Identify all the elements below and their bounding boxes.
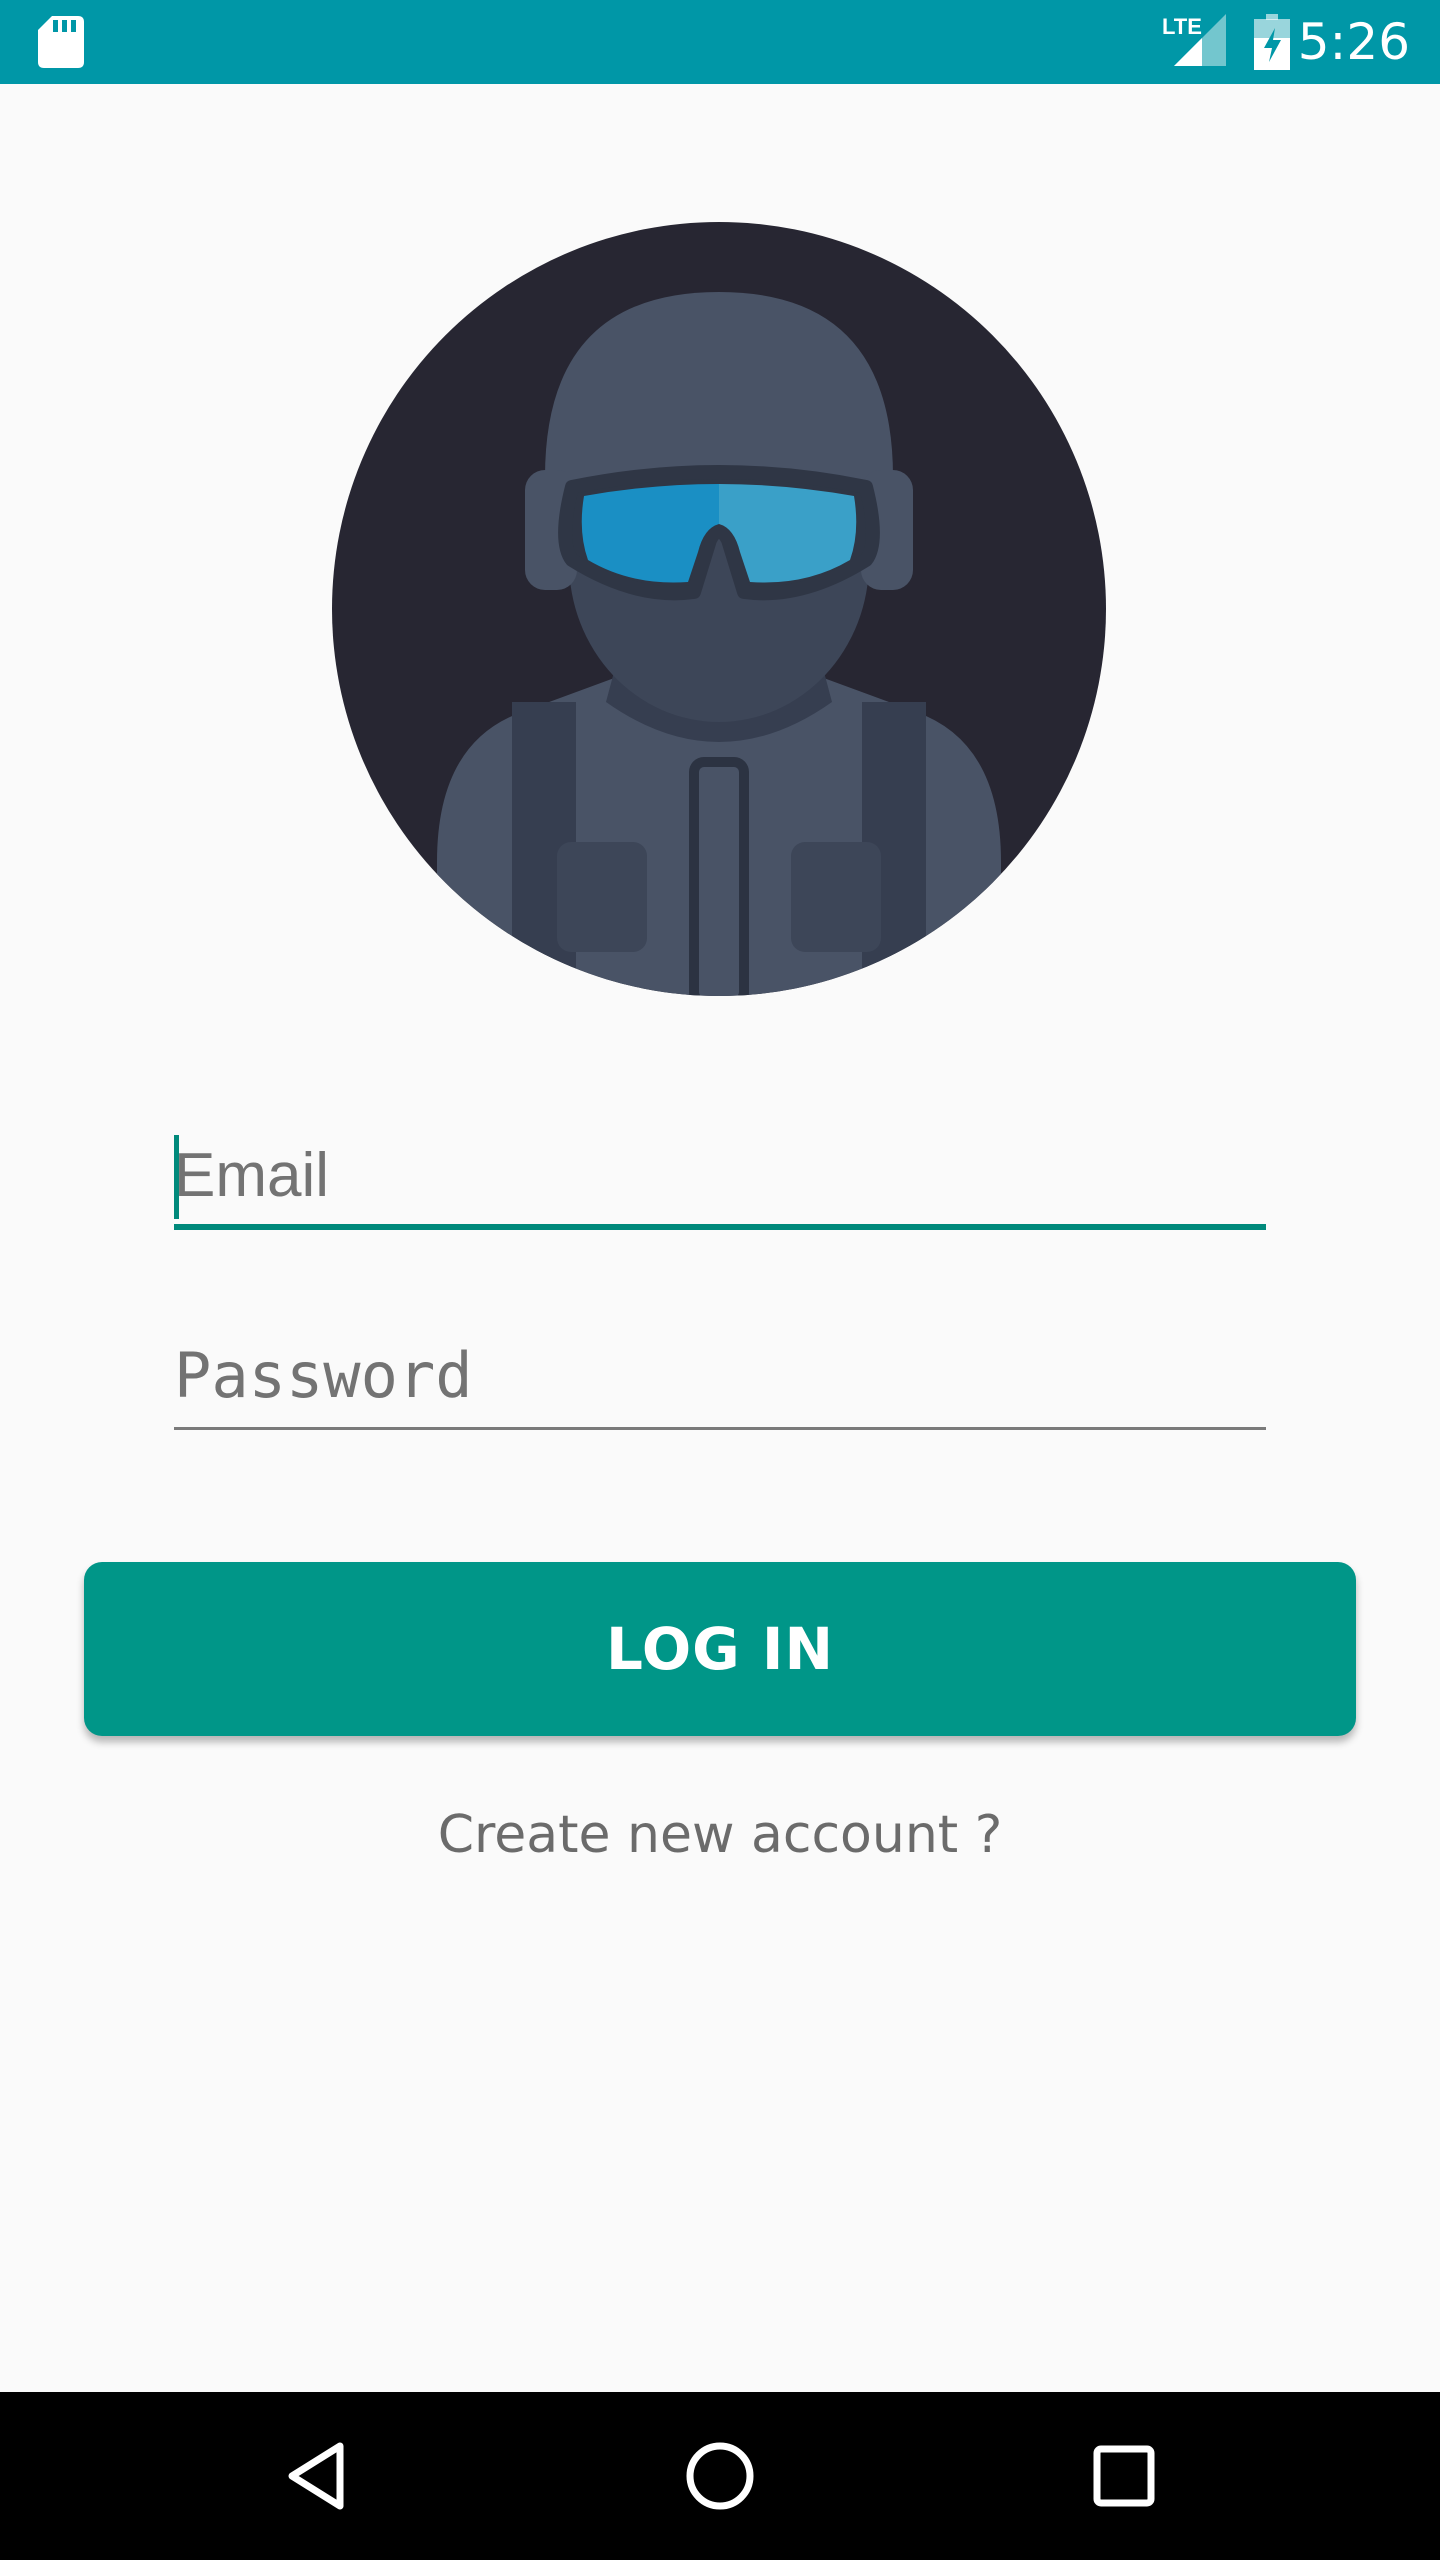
password-placeholder: Password — [174, 1339, 473, 1412]
back-icon — [288, 2442, 344, 2510]
password-underline — [174, 1427, 1266, 1430]
back-button[interactable] — [246, 2406, 386, 2546]
recents-button[interactable] — [1054, 2406, 1194, 2546]
soldier-avatar-icon — [332, 222, 1106, 996]
text-cursor — [174, 1135, 179, 1219]
email-field[interactable]: Email — [174, 1120, 1266, 1230]
login-screen: LTE 5:26 Email Password LOG IN Create ne… — [0, 0, 1440, 2560]
status-time: 5:26 — [1297, 13, 1410, 71]
battery-charging-icon — [1254, 14, 1290, 70]
lte-label: LTE — [1162, 14, 1202, 39]
navigation-bar — [0, 2392, 1440, 2560]
status-bar: LTE 5:26 — [0, 0, 1440, 84]
login-button[interactable]: LOG IN — [84, 1562, 1356, 1736]
login-button-label: LOG IN — [605, 1615, 835, 1683]
password-field[interactable]: Password — [174, 1320, 1266, 1430]
email-placeholder: Email — [174, 1141, 330, 1210]
recents-icon — [1093, 2445, 1155, 2507]
home-icon — [686, 2442, 754, 2510]
create-account-link[interactable]: Create new account ? — [0, 1800, 1440, 1870]
home-button[interactable] — [650, 2406, 790, 2546]
lte-signal-icon: LTE — [1162, 14, 1226, 66]
sd-card-icon — [38, 16, 84, 68]
email-underline — [174, 1224, 1266, 1230]
